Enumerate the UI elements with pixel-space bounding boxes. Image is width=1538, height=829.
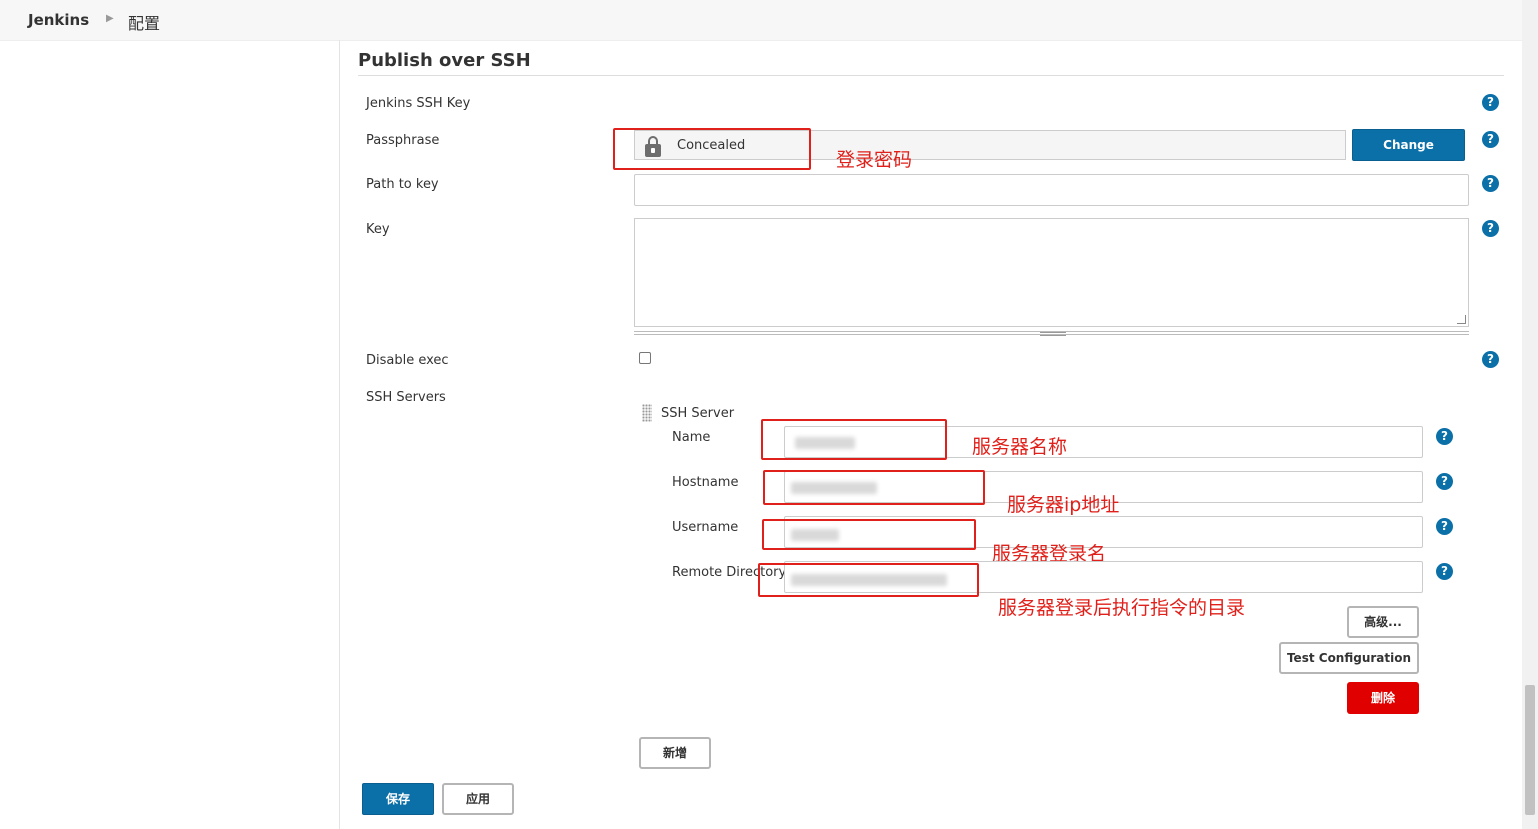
redacted-value xyxy=(791,482,877,494)
jenkins-home-link[interactable]: Jenkins xyxy=(28,11,89,29)
remote-directory-label: Remote Directory xyxy=(672,565,787,580)
delete-server-button[interactable]: 删除 xyxy=(1347,682,1419,714)
remote-directory-input[interactable] xyxy=(784,561,1423,593)
section-divider xyxy=(358,75,1504,76)
help-icon[interactable]: ? xyxy=(1436,563,1453,580)
resize-handle-icon[interactable] xyxy=(1457,315,1466,324)
help-icon[interactable]: ? xyxy=(1436,473,1453,490)
hostname-label: Hostname xyxy=(672,475,739,490)
annotation-remote-directory: 服务器登录后执行指令的目录 xyxy=(998,597,1246,619)
annotation-passphrase: 登录密码 xyxy=(836,149,913,171)
advanced-button[interactable]: 高级... xyxy=(1347,606,1419,638)
add-server-button[interactable]: 新增 xyxy=(639,737,711,769)
lock-icon xyxy=(643,135,663,157)
breadcrumb-current: 配置 xyxy=(128,14,161,33)
jenkins-ssh-key-label: Jenkins SSH Key xyxy=(366,96,471,111)
passphrase-field[interactable]: Concealed xyxy=(634,130,1346,160)
help-icon[interactable]: ? xyxy=(1482,220,1499,237)
server-name-label: Name xyxy=(672,430,711,445)
sidebar-divider xyxy=(339,40,340,829)
breadcrumb-chevron-icon: ▶ xyxy=(106,13,114,24)
path-to-key-input[interactable] xyxy=(634,174,1469,206)
disable-exec-checkbox[interactable] xyxy=(639,352,651,364)
username-label: Username xyxy=(672,520,739,535)
disable-exec-label: Disable exec xyxy=(366,353,449,368)
help-icon[interactable]: ? xyxy=(1482,351,1499,368)
help-icon[interactable]: ? xyxy=(1436,428,1453,445)
ssh-server-heading: SSH Server xyxy=(661,406,735,421)
test-configuration-button[interactable]: Test Configuration xyxy=(1279,642,1419,674)
section-title: Publish over SSH xyxy=(358,50,531,71)
passphrase-label: Passphrase xyxy=(366,133,440,148)
top-bar: Jenkins ▶ 配置 xyxy=(0,0,1522,41)
drag-handle-icon[interactable] xyxy=(642,404,652,422)
save-button[interactable]: 保存 xyxy=(362,783,434,815)
apply-button[interactable]: 应用 xyxy=(442,783,514,815)
grip-icon[interactable] xyxy=(1040,332,1066,336)
redacted-value xyxy=(791,529,839,541)
redacted-value xyxy=(795,437,855,449)
scrollbar-thumb[interactable] xyxy=(1525,685,1535,815)
path-to-key-label: Path to key xyxy=(366,177,439,192)
key-label: Key xyxy=(366,222,390,237)
help-icon[interactable]: ? xyxy=(1482,131,1499,148)
change-password-button[interactable]: Change Password xyxy=(1352,129,1465,182)
redacted-value xyxy=(791,574,947,586)
passphrase-value: Concealed xyxy=(677,138,746,153)
key-textarea[interactable] xyxy=(634,218,1469,327)
ssh-servers-label: SSH Servers xyxy=(366,390,446,405)
help-icon[interactable]: ? xyxy=(1482,94,1499,111)
annotation-name: 服务器名称 xyxy=(972,436,1068,458)
help-icon[interactable]: ? xyxy=(1436,518,1453,535)
help-icon[interactable]: ? xyxy=(1482,175,1499,192)
scrollbar[interactable] xyxy=(1522,0,1538,829)
server-name-input[interactable] xyxy=(784,426,1423,458)
annotation-hostname: 服务器ip地址 xyxy=(1007,494,1120,516)
